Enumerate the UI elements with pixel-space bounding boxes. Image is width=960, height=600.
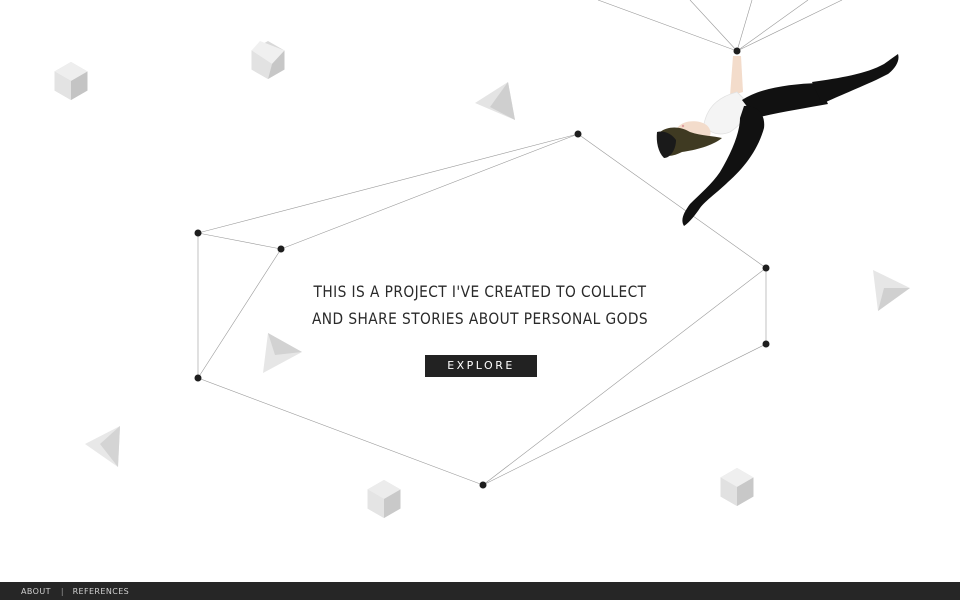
intro-line-1: THIS IS A PROJECT I'VE CREATED TO COLLEC… bbox=[313, 282, 647, 301]
hexagon-gem-icon bbox=[367, 480, 401, 518]
suspension-strings bbox=[597, 0, 843, 52]
about-link[interactable]: ABOUT bbox=[21, 587, 51, 596]
node bbox=[194, 229, 202, 237]
node bbox=[762, 264, 770, 272]
node bbox=[277, 245, 285, 253]
triangle-icon bbox=[85, 426, 120, 467]
pyramid-icon bbox=[475, 82, 515, 120]
node bbox=[194, 374, 202, 382]
hexagon-gem-icon bbox=[251, 41, 285, 79]
hexagon-gem-icon bbox=[54, 62, 88, 100]
intro-line-2: AND SHARE STORIES ABOUT PERSONAL GODS bbox=[311, 309, 649, 328]
pyramid-icon bbox=[263, 333, 302, 373]
footer-separator: | bbox=[60, 586, 64, 596]
references-link[interactable]: REFERENCES bbox=[73, 587, 130, 596]
node bbox=[574, 130, 582, 138]
hexagon-gem-icon bbox=[720, 468, 754, 506]
suspension-node bbox=[733, 47, 741, 55]
intro-text: THIS IS A PROJECT I'VE CREATED TO COLLEC… bbox=[308, 278, 652, 332]
node bbox=[479, 481, 487, 489]
explore-button[interactable]: EXPLORE bbox=[425, 355, 537, 377]
footer-bar: ABOUT | REFERENCES bbox=[0, 582, 960, 600]
node bbox=[762, 340, 770, 348]
triangle-icon bbox=[873, 270, 910, 311]
landing-page: THIS IS A PROJECT I'VE CREATED TO COLLEC… bbox=[0, 0, 960, 600]
hanging-acrobat-figure bbox=[656, 54, 899, 226]
